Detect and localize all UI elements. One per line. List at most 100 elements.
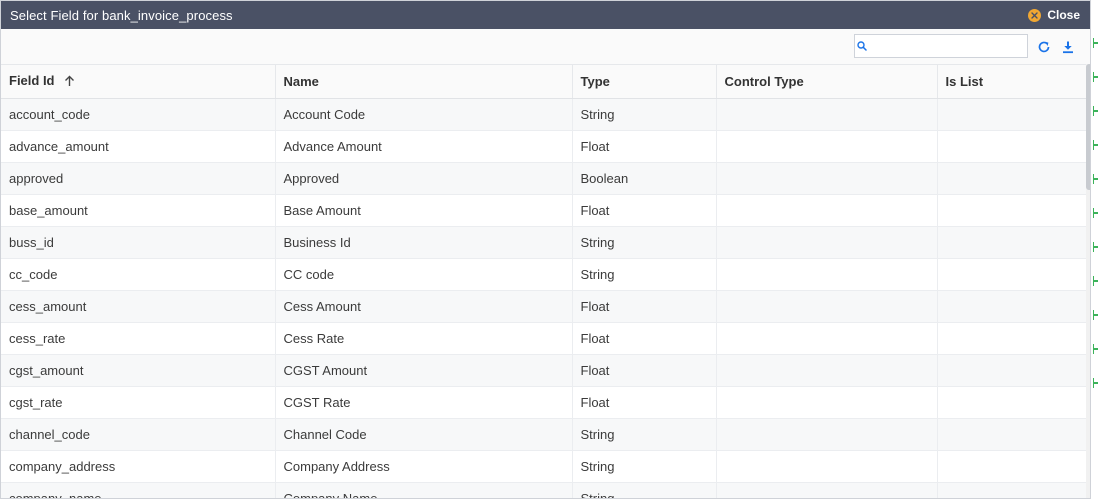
cell-is-list: [937, 418, 1086, 451]
table-row[interactable]: approved Approved Boolean: [1, 162, 1086, 195]
table-row[interactable]: cgst_rate CGST Rate Float: [1, 386, 1086, 419]
cell-type: Float: [572, 194, 717, 227]
column-header-name[interactable]: Name: [275, 64, 573, 99]
toolbar: [1, 29, 1090, 65]
cell-type: String: [572, 482, 717, 498]
cell-control-type: [716, 482, 938, 498]
cell-type: Float: [572, 354, 717, 387]
cell-name: CGST Amount: [275, 354, 573, 387]
cell-type: String: [572, 98, 717, 131]
column-header-label: Field Id: [9, 73, 55, 89]
table-row[interactable]: cess_amount Cess Amount Float: [1, 290, 1086, 323]
cell-control-type: [716, 194, 938, 227]
cell-field-id: buss_id: [1, 226, 276, 259]
cell-is-list: [937, 98, 1086, 131]
cell-name: Cess Amount: [275, 290, 573, 323]
column-header-is-list[interactable]: Is List: [937, 64, 1086, 99]
cell-field-id: company_address: [1, 450, 276, 483]
cell-is-list: [937, 162, 1086, 195]
cell-type: Boolean: [572, 162, 717, 195]
search-box[interactable]: [854, 34, 1028, 58]
dialog-title: Select Field for bank_invoice_process: [10, 7, 233, 23]
table-header-row: Field Id Name Type Control Type Is List: [1, 64, 1086, 99]
cell-name: Company Name: [275, 482, 573, 498]
cell-field-id: cess_rate: [1, 322, 276, 355]
cell-field-id: base_amount: [1, 194, 276, 227]
search-input[interactable]: [868, 35, 1027, 57]
cell-type: String: [572, 226, 717, 259]
edge-connector-mark: [1093, 38, 1098, 48]
refresh-icon[interactable]: [1037, 40, 1051, 54]
cell-name: Base Amount: [275, 194, 573, 227]
cell-name: CGST Rate: [275, 386, 573, 419]
table-row[interactable]: account_code Account Code String: [1, 98, 1086, 131]
download-icon[interactable]: [1061, 40, 1075, 54]
cell-field-id: advance_amount: [1, 130, 276, 163]
table-row[interactable]: channel_code Channel Code String: [1, 418, 1086, 451]
cell-is-list: [937, 258, 1086, 291]
table-row[interactable]: buss_id Business Id String: [1, 226, 1086, 259]
cell-name: Cess Rate: [275, 322, 573, 355]
close-label: Close: [1047, 8, 1080, 22]
fields-table-container: Field Id Name Type Control Type Is List …: [1, 64, 1086, 498]
close-button[interactable]: Close: [1028, 8, 1080, 22]
cell-name: Approved: [275, 162, 573, 195]
cell-name: Account Code: [275, 98, 573, 131]
cell-name: CC code: [275, 258, 573, 291]
table-row[interactable]: cgst_amount CGST Amount Float: [1, 354, 1086, 387]
cell-is-list: [937, 386, 1086, 419]
cell-is-list: [937, 450, 1086, 483]
table-row[interactable]: base_amount Base Amount Float: [1, 194, 1086, 227]
cell-type: Float: [572, 386, 717, 419]
table-row[interactable]: company_nameCompany NameString: [1, 482, 1086, 498]
cell-control-type: [716, 322, 938, 355]
cell-is-list: [937, 322, 1086, 355]
cell-control-type: [716, 450, 938, 483]
edge-connector-mark: [1093, 174, 1098, 184]
select-field-dialog: Select Field for bank_invoice_process Cl…: [0, 0, 1091, 499]
cell-name: Company Address: [275, 450, 573, 483]
cell-type: String: [572, 418, 717, 451]
cell-is-list: [937, 194, 1086, 227]
cell-field-id: company_name: [1, 482, 276, 498]
search-icon: [855, 41, 868, 51]
table-row[interactable]: cc_code CC code String: [1, 258, 1086, 291]
cell-name: Business Id: [275, 226, 573, 259]
edge-connector-mark: [1093, 242, 1098, 252]
close-icon: [1028, 8, 1042, 22]
table-row[interactable]: company_address Company Address String: [1, 450, 1086, 483]
cell-control-type: [716, 386, 938, 419]
cell-name: Advance Amount: [275, 130, 573, 163]
cell-field-id: account_code: [1, 98, 276, 131]
table-row[interactable]: advance_amount Advance Amount Float: [1, 130, 1086, 163]
cell-is-list: [937, 354, 1086, 387]
column-header-control-type[interactable]: Control Type: [716, 64, 938, 99]
cell-type: Float: [572, 322, 717, 355]
cell-control-type: [716, 418, 938, 451]
cell-control-type: [716, 354, 938, 387]
cell-field-id: cess_amount: [1, 290, 276, 323]
table-row[interactable]: cess_rate Cess Rate Float: [1, 322, 1086, 355]
cell-control-type: [716, 162, 938, 195]
cell-control-type: [716, 226, 938, 259]
edge-connector-mark: [1093, 72, 1098, 82]
cell-control-type: [716, 98, 938, 131]
cell-type: Float: [572, 290, 717, 323]
cell-type: Float: [572, 130, 717, 163]
cell-field-id: cgst_amount: [1, 354, 276, 387]
cell-field-id: channel_code: [1, 418, 276, 451]
column-header-field-id[interactable]: Field Id: [1, 64, 276, 99]
cell-type: String: [572, 450, 717, 483]
sort-ascending-icon: [64, 75, 75, 90]
cell-field-id: approved: [1, 162, 276, 195]
cell-control-type: [716, 130, 938, 163]
cell-is-list: [937, 226, 1086, 259]
table-body: account_code Account Code String advance_am…: [1, 98, 1086, 498]
column-header-type[interactable]: Type: [572, 64, 717, 99]
edge-connector-mark: [1093, 106, 1098, 116]
cell-field-id: cc_code: [1, 258, 276, 291]
cell-name: Channel Code: [275, 418, 573, 451]
edge-connector-mark: [1093, 276, 1098, 286]
fields-table: Field Id Name Type Control Type Is List …: [1, 64, 1086, 498]
cell-field-id: cgst_rate: [1, 386, 276, 419]
